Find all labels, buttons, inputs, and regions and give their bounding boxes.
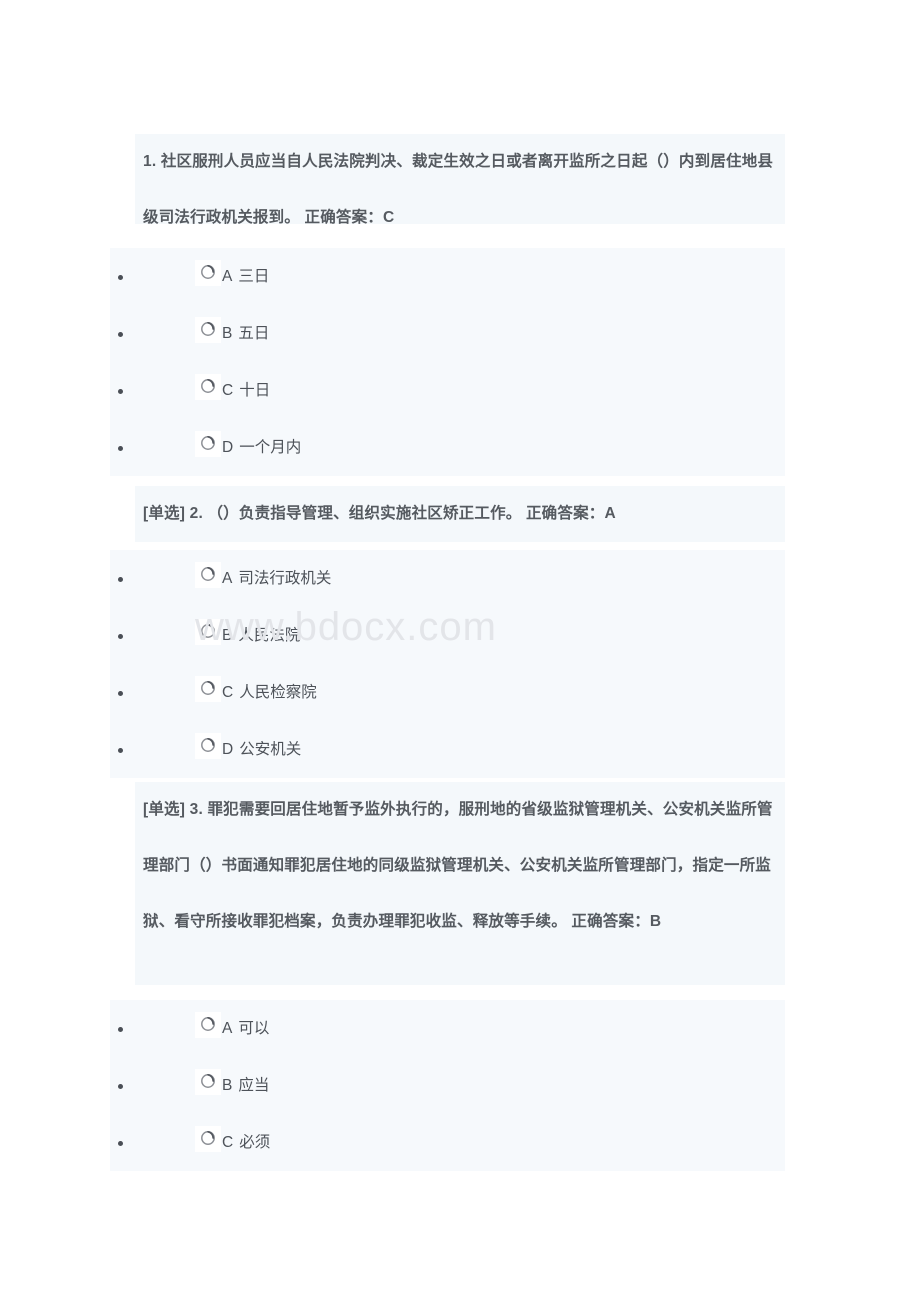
option-letter: A <box>222 1019 233 1037</box>
option-label: A 可以 <box>222 1018 269 1040</box>
radio-button-icon[interactable] <box>195 259 221 286</box>
option-letter: D <box>222 740 234 758</box>
option-text: 可以 <box>238 1019 270 1037</box>
option-label: D 一个月内 <box>222 437 301 459</box>
option-label: A 司法行政机关 <box>222 568 331 590</box>
option-row[interactable]: D 公安机关 <box>110 721 785 778</box>
option-text: 人民法院 <box>238 626 301 644</box>
bullet-icon <box>118 576 123 582</box>
bullet-icon <box>118 1026 123 1032</box>
option-letter: B <box>222 324 233 342</box>
bullet-icon <box>118 747 123 753</box>
option-row[interactable]: A 司法行政机关 <box>110 550 785 607</box>
option-label: B 人民法院 <box>222 625 300 647</box>
option-row[interactable]: C 必须 <box>110 1114 785 1171</box>
option-text: 一个月内 <box>239 438 302 456</box>
bullet-icon <box>118 1140 123 1146</box>
option-label: C 十日 <box>222 380 270 402</box>
document-page: 1. 社区服刑人员应当自人民法院判决、裁定生效之日或者离开监所之日起（）内到居住… <box>0 0 920 1302</box>
bullet-icon <box>118 690 123 696</box>
option-label: B 五日 <box>222 323 269 345</box>
option-letter: D <box>222 438 234 456</box>
question-stem-1: 1. 社区服刑人员应当自人民法院判决、裁定生效之日或者离开监所之日起（）内到居住… <box>143 153 774 226</box>
option-text: 必须 <box>239 1133 271 1151</box>
options-block-2: A 司法行政机关 B 人民法院 C 人民检察院 D 公安机关 <box>110 550 785 778</box>
option-row[interactable]: B 人民法院 <box>110 607 785 664</box>
option-row[interactable]: A 三日 <box>110 248 785 305</box>
radio-button-icon[interactable] <box>195 561 221 588</box>
radio-button-icon[interactable] <box>195 430 221 457</box>
option-row[interactable]: B 应当 <box>110 1057 785 1114</box>
bullet-icon <box>118 331 123 337</box>
option-letter: C <box>222 683 234 701</box>
option-letter: B <box>222 626 233 644</box>
radio-button-icon[interactable] <box>195 1068 221 1095</box>
option-text: 五日 <box>238 324 270 342</box>
question-stem-3: [单选] 3. 罪犯需要回居住地暂予监外执行的，服刑地的省级监狱管理机关、公安机… <box>143 801 773 930</box>
question-block-1: 1. 社区服刑人员应当自人民法院判决、裁定生效之日或者离开监所之日起（）内到居住… <box>135 134 785 226</box>
bullet-icon <box>118 445 123 451</box>
option-row[interactable]: A 可以 <box>110 1000 785 1057</box>
option-label: D 公安机关 <box>222 739 301 761</box>
bullet-icon <box>118 633 123 639</box>
radio-button-icon[interactable] <box>195 373 221 400</box>
question-block-2: [单选] 2. （）负责指导管理、组织实施社区矫正工作。 正确答案：A <box>135 486 785 542</box>
option-letter: C <box>222 1133 234 1151</box>
option-letter: B <box>222 1076 233 1094</box>
option-text: 司法行政机关 <box>238 569 332 587</box>
option-letter: A <box>222 267 233 285</box>
radio-button-icon[interactable] <box>195 732 221 759</box>
radio-button-icon[interactable] <box>195 316 221 343</box>
bullet-icon <box>118 388 123 394</box>
option-label: C 必须 <box>222 1132 270 1154</box>
option-text: 三日 <box>238 267 270 285</box>
option-row[interactable]: C 十日 <box>110 362 785 419</box>
option-label: A 三日 <box>222 266 269 288</box>
option-row[interactable]: B 五日 <box>110 305 785 362</box>
options-block-3: A 可以 B 应当 C 必须 <box>110 1000 785 1171</box>
radio-button-icon[interactable] <box>195 1125 221 1152</box>
option-text: 应当 <box>238 1076 270 1094</box>
bullet-icon <box>118 274 123 280</box>
option-label: C 人民检察院 <box>222 682 317 704</box>
option-text: 公安机关 <box>239 740 302 758</box>
question-block-3: [单选] 3. 罪犯需要回居住地暂予监外执行的，服刑地的省级监狱管理机关、公安机… <box>135 782 785 985</box>
options-block-1: A 三日 B 五日 C 十日 D 一个月内 <box>110 248 785 476</box>
option-row[interactable]: C 人民检察院 <box>110 664 785 721</box>
radio-button-icon[interactable] <box>195 618 221 645</box>
option-letter: C <box>222 381 234 399</box>
option-letter: A <box>222 569 233 587</box>
option-row[interactable]: D 一个月内 <box>110 419 785 476</box>
option-text: 人民检察院 <box>239 683 317 701</box>
question-stem-2: [单选] 2. （）负责指导管理、组织实施社区矫正工作。 正确答案：A <box>143 505 616 522</box>
option-text: 十日 <box>239 381 271 399</box>
radio-button-icon[interactable] <box>195 1011 221 1038</box>
option-label: B 应当 <box>222 1075 269 1097</box>
bullet-icon <box>118 1083 123 1089</box>
radio-button-icon[interactable] <box>195 675 221 702</box>
